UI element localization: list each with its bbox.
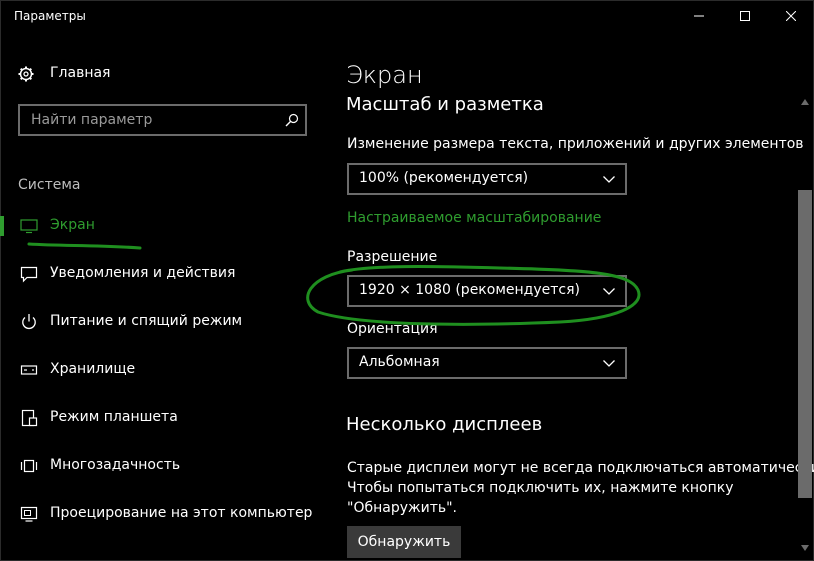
main-content: Экран Масштаб и разметка Изменение разме… (330, 32, 814, 561)
close-icon (786, 11, 796, 21)
sidebar-item-label: Хранилище (50, 361, 136, 377)
tablet-mode-icon (21, 409, 38, 427)
detect-button[interactable]: Обнаружить (347, 526, 461, 558)
search-box[interactable] (18, 104, 307, 136)
description-line: Чтобы попытаться подключить их, нажмите … (347, 480, 734, 496)
maximize-icon (740, 11, 750, 21)
search-input[interactable] (20, 106, 280, 134)
notification-icon (20, 266, 38, 283)
sidebar-item-label: Многозадачность (50, 457, 181, 473)
multitasking-icon (20, 459, 38, 473)
close-button[interactable] (768, 0, 814, 32)
window-title: Параметры (14, 9, 86, 23)
page-title: Экран (346, 61, 423, 89)
orientation-value: Альбомная (359, 354, 440, 370)
scale-section-title: Масштаб и разметка (346, 94, 544, 115)
storage-icon (20, 365, 38, 375)
gear-icon (18, 66, 34, 82)
multi-display-description: Старые дисплеи могут не всегда подключат… (347, 458, 814, 518)
scroll-up-icon[interactable] (796, 96, 814, 110)
sidebar-item-label: Экран (50, 217, 95, 233)
description-line: "Обнаружить". (347, 500, 458, 516)
sidebar-item-multitasking[interactable]: Многозадачность (0, 446, 330, 486)
scrollbar[interactable] (796, 96, 814, 561)
sidebar-item-tablet-mode[interactable]: Режим планшета (0, 398, 330, 438)
title-bar[interactable]: Параметры (0, 0, 814, 32)
minimize-button[interactable] (676, 0, 722, 32)
home-label: Главная (50, 65, 111, 81)
sidebar-item-label: Питание и спящий режим (50, 313, 243, 329)
description-line: Старые дисплеи могут не всегда подключат… (347, 460, 814, 476)
multi-display-title: Несколько дисплеев (346, 414, 543, 435)
chevron-down-icon (603, 288, 615, 295)
monitor-icon (20, 219, 38, 234)
power-icon (22, 314, 36, 330)
orientation-label: Ориентация (347, 321, 438, 337)
home-link[interactable]: Главная (18, 64, 110, 84)
section-label-system: Система (18, 177, 81, 193)
projection-icon (20, 506, 38, 522)
minimize-icon (694, 15, 704, 17)
scale-value: 100% (рекомендуется) (359, 170, 529, 186)
scale-label: Изменение размера текста, приложений и д… (347, 136, 804, 152)
resolution-label: Разрешение (347, 249, 438, 265)
sidebar-item-projection[interactable]: Проецирование на этот компьютер (0, 494, 330, 534)
sidebar-item-display[interactable]: Экран (0, 206, 330, 246)
search-icon[interactable] (285, 113, 299, 127)
sidebar-item-notifications[interactable]: Уведомления и действия (0, 254, 330, 294)
resolution-dropdown[interactable]: 1920 × 1080 (рекомендуется) (347, 275, 627, 307)
sidebar: Главная Система Экран Уведомления и дейс… (0, 32, 330, 561)
resolution-value: 1920 × 1080 (рекомендуется) (359, 282, 580, 298)
sidebar-item-label: Проецирование на этот компьютер (50, 505, 313, 521)
sidebar-item-label: Уведомления и действия (50, 265, 236, 281)
chevron-down-icon (603, 176, 615, 183)
sidebar-item-power[interactable]: Питание и спящий режим (0, 302, 330, 342)
custom-scaling-link[interactable]: Настраиваемое масштабирование (347, 210, 601, 226)
sidebar-item-storage[interactable]: Хранилище (0, 350, 330, 390)
maximize-button[interactable] (722, 0, 768, 32)
scale-dropdown[interactable]: 100% (рекомендуется) (347, 163, 627, 195)
scroll-down-icon[interactable] (796, 541, 814, 555)
chevron-down-icon (603, 360, 615, 367)
orientation-dropdown[interactable]: Альбомная (347, 347, 627, 379)
sidebar-item-label: Режим планшета (50, 409, 178, 425)
scrollbar-thumb[interactable] (798, 190, 812, 498)
active-indicator (0, 216, 4, 236)
